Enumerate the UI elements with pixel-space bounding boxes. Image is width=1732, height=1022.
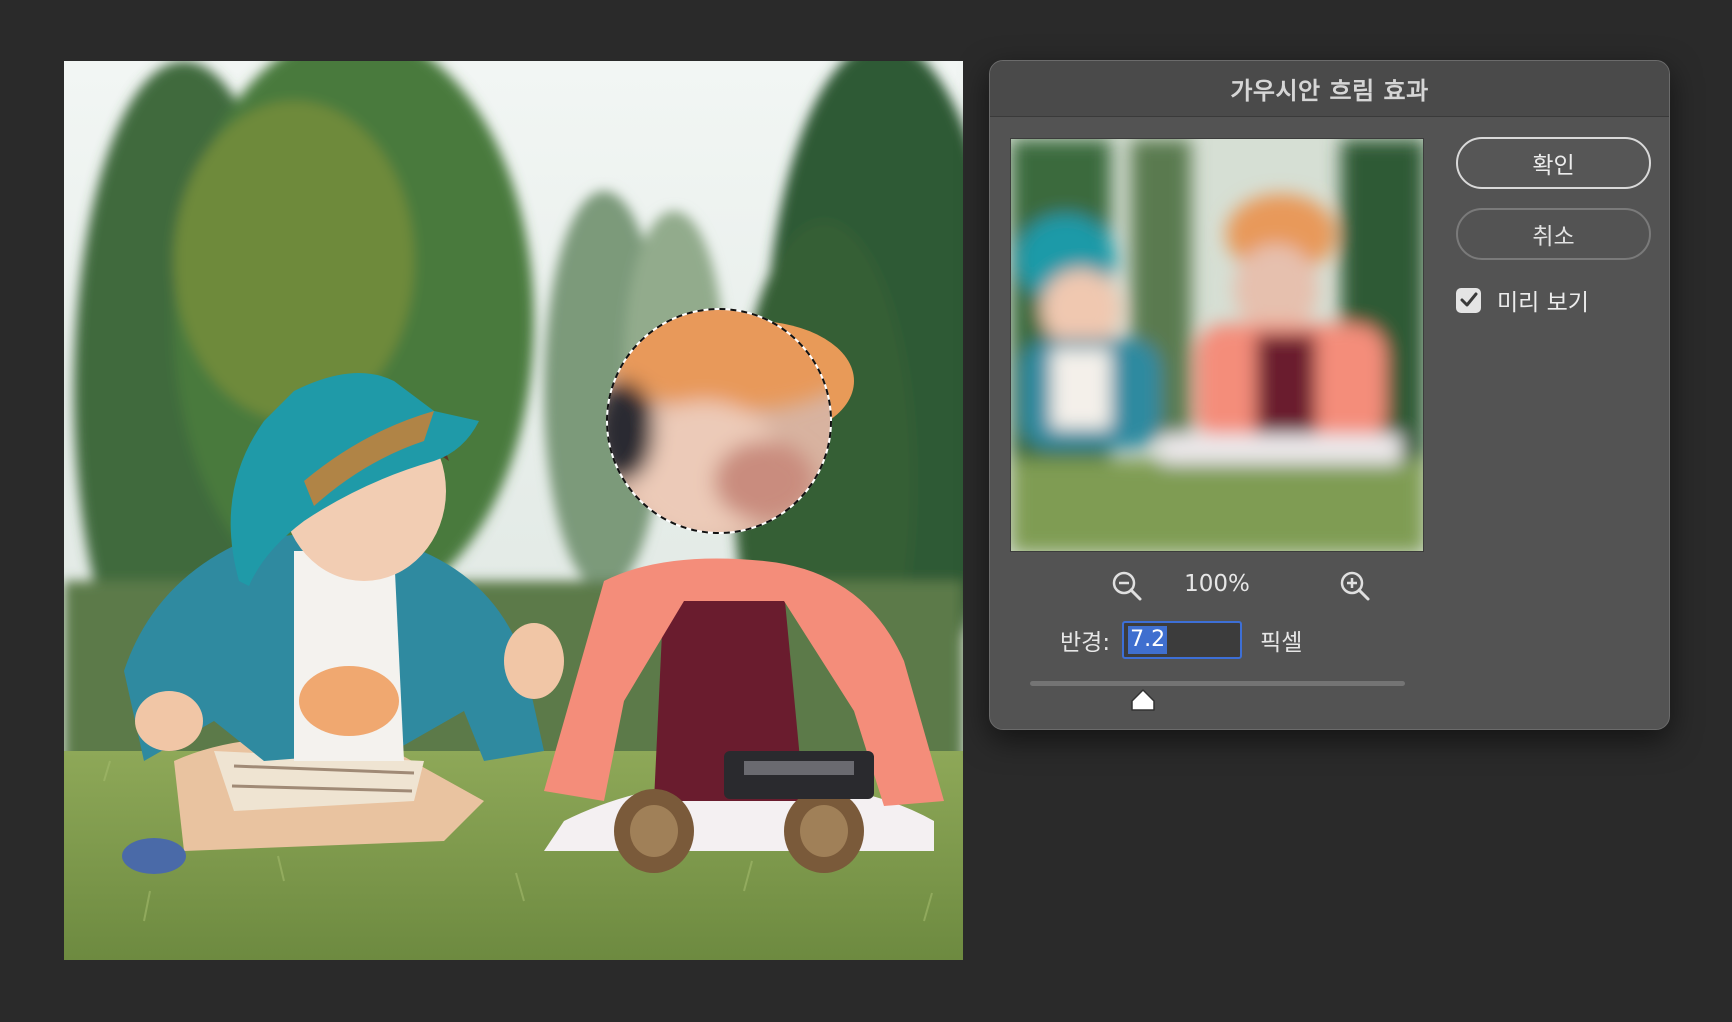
zoom-level: 100%	[1184, 571, 1250, 597]
zoom-in-icon[interactable]	[1338, 569, 1372, 603]
zoom-controls: 100%	[1010, 561, 1424, 611]
dialog-title: 가우시안 흐림 효과	[1230, 77, 1429, 105]
preview-checkbox-row[interactable]: 미리 보기	[1456, 283, 1589, 317]
zoom-out-icon[interactable]	[1110, 569, 1144, 603]
preview-pane[interactable]	[1010, 138, 1424, 552]
image-canvas[interactable]	[64, 61, 963, 960]
radius-row: 반경: 7.2 픽셀	[1060, 621, 1302, 659]
slider-track[interactable]	[1030, 681, 1405, 686]
radius-label: 반경:	[1060, 630, 1111, 656]
preview-checkbox[interactable]	[1456, 287, 1481, 313]
checkmark-icon	[1460, 292, 1477, 307]
radius-input[interactable]: 7.2	[1122, 621, 1243, 659]
cancel-button[interactable]: 취소	[1456, 208, 1651, 260]
radius-value: 7.2	[1128, 626, 1168, 654]
radius-unit-label: 픽셀	[1260, 630, 1303, 656]
gaussian-blur-dialog: 가우시안 흐림 효과 확인 취소 미리 보기 100% 반경: 7.2 픽셀	[989, 60, 1670, 730]
radius-slider[interactable]	[1030, 681, 1405, 721]
photo-artwork	[64, 61, 963, 960]
preview-label: 미리 보기	[1497, 290, 1589, 316]
slider-thumb-icon[interactable]	[1130, 688, 1156, 712]
ok-button[interactable]: 확인	[1456, 137, 1651, 189]
dialog-titlebar[interactable]: 가우시안 흐림 효과	[990, 61, 1669, 117]
preview-artwork	[1011, 139, 1423, 551]
